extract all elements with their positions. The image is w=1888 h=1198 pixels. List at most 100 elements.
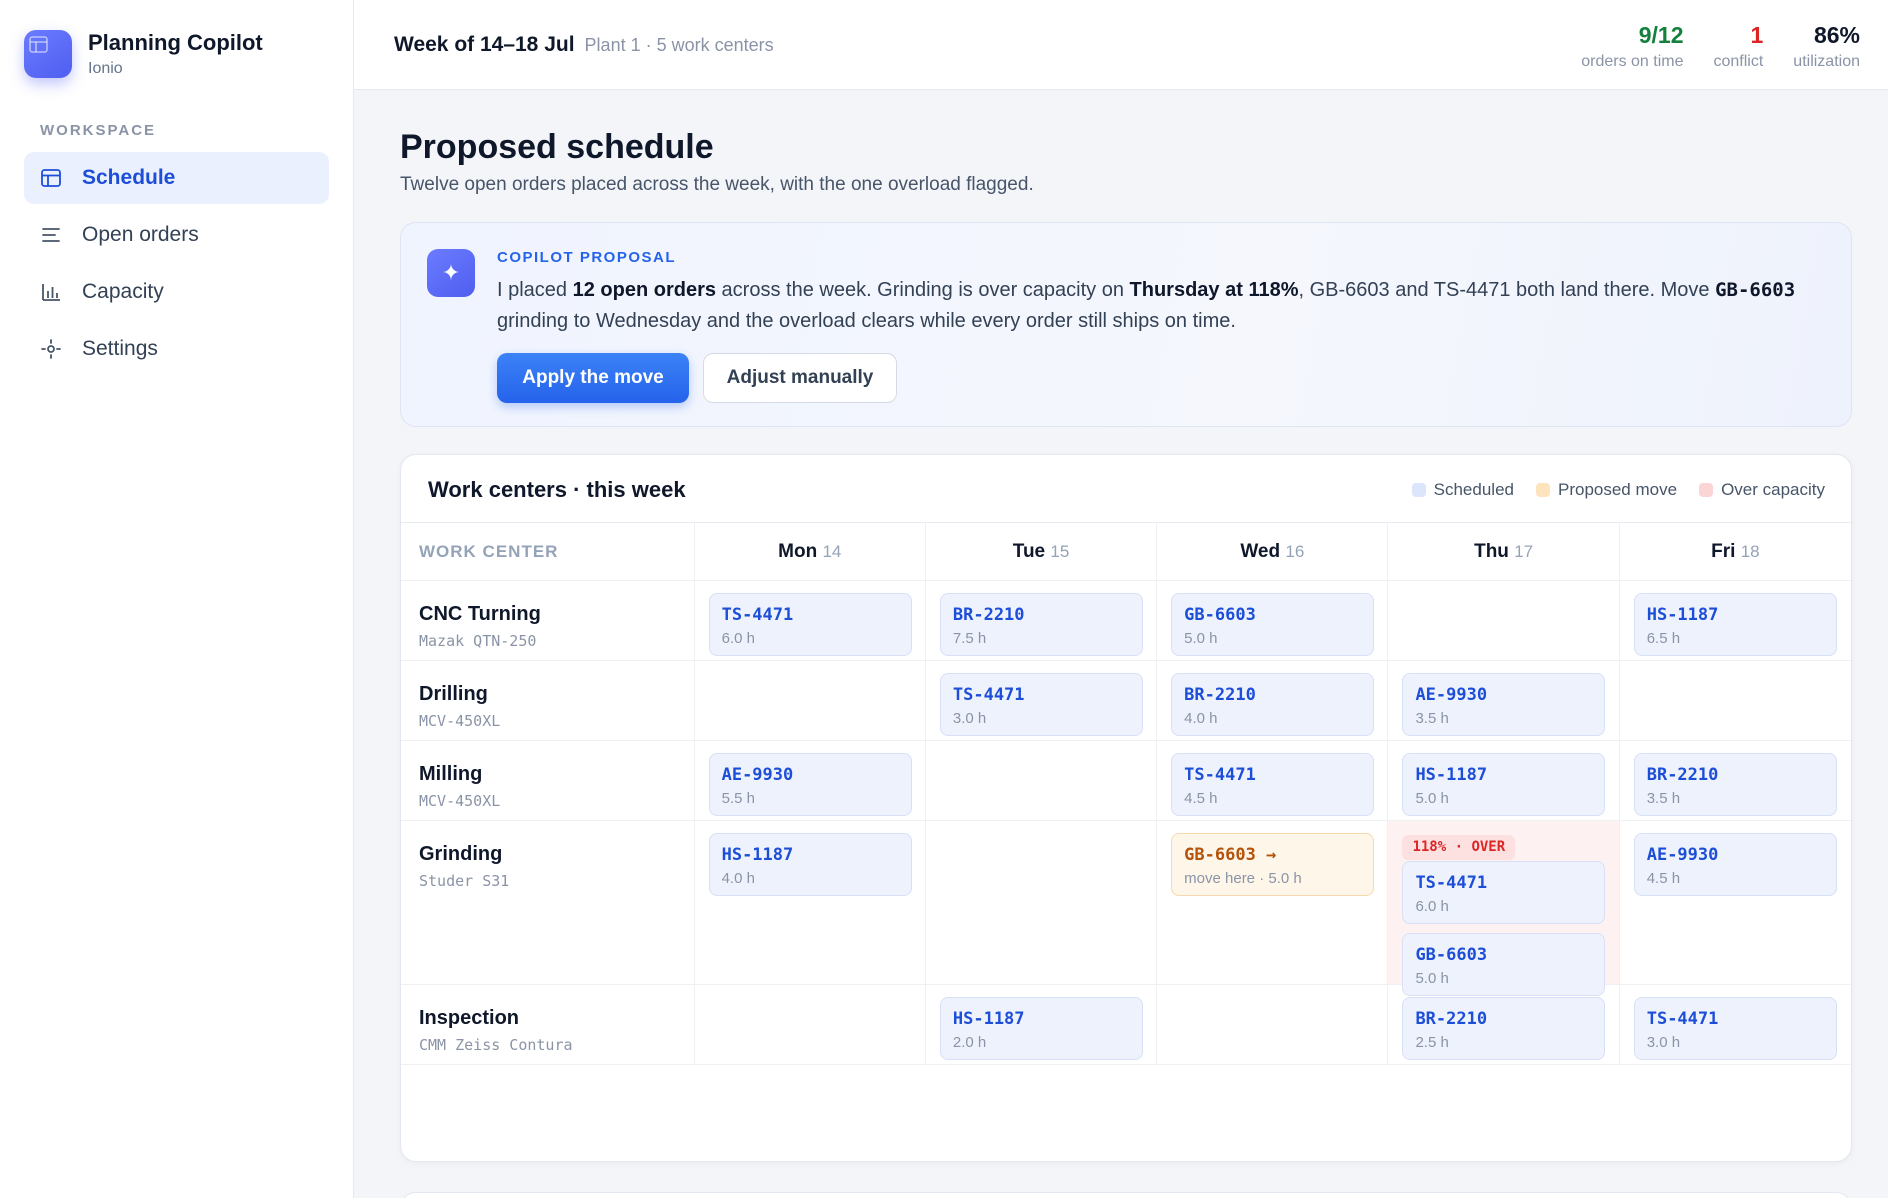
schedule-cell[interactable]: HS-1187 6.5 h [1620,581,1851,660]
apply-move-button[interactable]: Apply the move [497,353,689,403]
proposal-text-part: , GB-6603 and TS-4471 both land there. M… [1298,279,1716,301]
job-block[interactable]: BR-2210 7.5 h [939,593,1143,656]
sidebar-item-label: Settings [82,337,158,360]
adjust-manually-button[interactable]: Adjust manually [703,353,897,403]
proposal-text: I placed 12 open orders across the week.… [497,275,1827,337]
legend-item-scheduled: Scheduled [1411,480,1514,500]
col-header-work-center: WORK CENTER [401,523,695,580]
job-hours: 2.0 h [952,1034,987,1051]
schedule-cell[interactable]: BR-2210 7.5 h [926,581,1158,660]
job-block[interactable]: AE-9930 3.5 h [1402,673,1606,736]
job-block[interactable]: TS-4471 3.0 h [1633,997,1837,1060]
schedule-cell[interactable]: BR-2210 2.5 h [1388,985,1620,1064]
job-id: HS-1187 [952,1009,1025,1029]
schedule-card: Work centers · this week Scheduled Propo… [400,454,1852,1162]
schedule-cell[interactable] [1157,985,1389,1064]
work-center-name: Drilling [419,683,488,705]
job-block[interactable]: AE-9930 4.5 h [1633,833,1837,896]
job-id: HS-1187 [1415,765,1488,785]
legend-swatch [1699,483,1714,497]
schedule-cell[interactable]: HS-1187 2.0 h [926,985,1158,1064]
schedule-cell[interactable]: BR-2210 3.5 h [1620,741,1851,820]
schedule-cell-over-capacity[interactable]: 118% · OVER TS-4471 6.0 h GB-6603 5.0 h [1388,821,1620,996]
schedule-cell[interactable] [926,821,1158,984]
schedule-cell[interactable]: TS-4471 4.5 h [1157,741,1389,820]
work-center-cell: CNC Turning Mazak QTN-250 [401,581,695,660]
day-number: 18 [1740,542,1760,561]
schedule-grid: WORK CENTER Mon 14 Tue 15 Wed 16 Thu 17 … [401,523,1851,1065]
work-center-cell: Drilling MCV-450XL [401,661,695,740]
job-block[interactable]: HS-1187 5.0 h [1402,753,1606,816]
stat-conflict: 1 conflict [1714,22,1764,71]
job-id: HS-1187 [721,845,794,865]
schedule-cell[interactable]: TS-4471 6.0 h [695,581,926,660]
col-header-day: Tue 15 [926,523,1158,580]
job-block[interactable]: TS-4471 4.5 h [1171,753,1375,816]
job-block[interactable]: BR-2210 2.5 h [1402,997,1606,1060]
job-hours: 5.0 h [1415,790,1449,807]
job-block[interactable]: TS-4471 3.0 h [939,673,1143,736]
schedule-cell[interactable]: AE-9930 4.5 h [1620,821,1851,984]
proposal-label: COPILOT PROPOSAL [497,249,677,266]
stat-value: 86% [1813,22,1860,48]
job-hours: 6.0 h [721,630,755,647]
schedule-cell[interactable]: HS-1187 5.0 h [1388,741,1620,820]
sidebar-item-open-orders[interactable]: Open orders [24,209,329,261]
sidebar-nav: Schedule Open orders Capacity Settings [24,152,329,380]
table-row: Milling MCV-450XL AE-9930 5.5 h TS-4471 4.5 h… [401,741,1851,821]
job-block[interactable]: BR-2210 4.0 h [1171,673,1375,736]
table-row: Grinding Studer S31 HS-1187 4.0 h GB-6603 → m… [401,821,1851,996]
job-block[interactable]: BR-2210 3.5 h [1633,753,1837,816]
day-name: Wed [1240,541,1281,562]
col-header-day: Fri 18 [1620,523,1851,580]
job-block[interactable]: AE-9930 5.5 h [708,753,912,816]
proposal-text-part: grinding to Wednesday and the overload c… [497,310,1236,332]
work-center-machine: MCV-450XL [419,712,501,730]
schedule-cell[interactable]: TS-4471 3.0 h [1620,985,1851,1064]
sidebar-item-settings[interactable]: Settings [24,323,329,375]
proposal-text-part: across the week. Grinding is over capaci… [716,279,1130,301]
job-id: BR-2210 [1184,685,1256,705]
job-hours: 5.5 h [721,790,755,807]
brand: Planning Copilot Ionio [24,30,263,78]
job-block[interactable]: TS-4471 6.0 h [1402,861,1606,924]
calendar-grid-icon [40,167,62,189]
schedule-cell[interactable]: GB-6603 → move here · 5.0 h [1157,821,1389,984]
legend-swatch [1411,483,1426,497]
schedule-cell[interactable]: TS-4471 3.0 h [926,661,1158,740]
sidebar-item-capacity[interactable]: Capacity [24,266,329,318]
sidebar-item-schedule[interactable]: Schedule [24,152,329,204]
schedule-cell[interactable] [695,661,926,740]
schedule-cell[interactable] [695,985,926,1064]
sidebar: Planning Copilot Ionio WORKSPACE Schedul… [0,0,354,1198]
schedule-cell[interactable]: AE-9930 3.5 h [1388,661,1620,740]
job-id: AE-9930 [1646,845,1719,865]
table-row: Drilling MCV-450XL TS-4471 3.0 h BR-2210 4.0 … [401,661,1851,741]
job-id: TS-4471 [1184,765,1256,785]
schedule-cell[interactable]: BR-2210 4.0 h [1157,661,1389,740]
legend-label: Over capacity [1721,480,1825,499]
job-block[interactable]: TS-4471 6.0 h [708,593,912,656]
job-block[interactable]: HS-1187 2.0 h [939,997,1143,1060]
col-header-day: Wed 16 [1157,523,1389,580]
schedule-cell[interactable]: GB-6603 5.0 h [1157,581,1389,660]
schedule-cell[interactable] [1620,661,1851,740]
sidebar-item-label: Schedule [82,166,176,189]
job-block[interactable]: GB-6603 5.0 h [1171,593,1375,656]
job-id: TS-4471 [721,605,794,625]
job-block[interactable]: HS-1187 6.5 h [1633,593,1837,656]
schedule-cell[interactable] [1388,581,1620,660]
job-block[interactable]: HS-1187 4.0 h [708,833,912,896]
schedule-cell[interactable]: AE-9930 5.5 h [695,741,926,820]
sparkle-icon: ✦ [427,249,475,297]
legend-swatch [1535,483,1550,497]
schedule-cell[interactable] [926,741,1158,820]
job-hours: 4.5 h [1646,870,1681,887]
proposal-text-bold: 12 open orders [572,279,716,301]
job-id: BR-2210 [1415,1009,1488,1029]
job-block-proposed[interactable]: GB-6603 → move here · 5.0 h [1171,833,1375,896]
app-logo-icon [24,30,72,78]
schedule-cell[interactable]: HS-1187 4.0 h [695,821,926,984]
legend-label: Proposed move [1557,480,1678,499]
job-id: HS-1187 [1646,605,1719,625]
